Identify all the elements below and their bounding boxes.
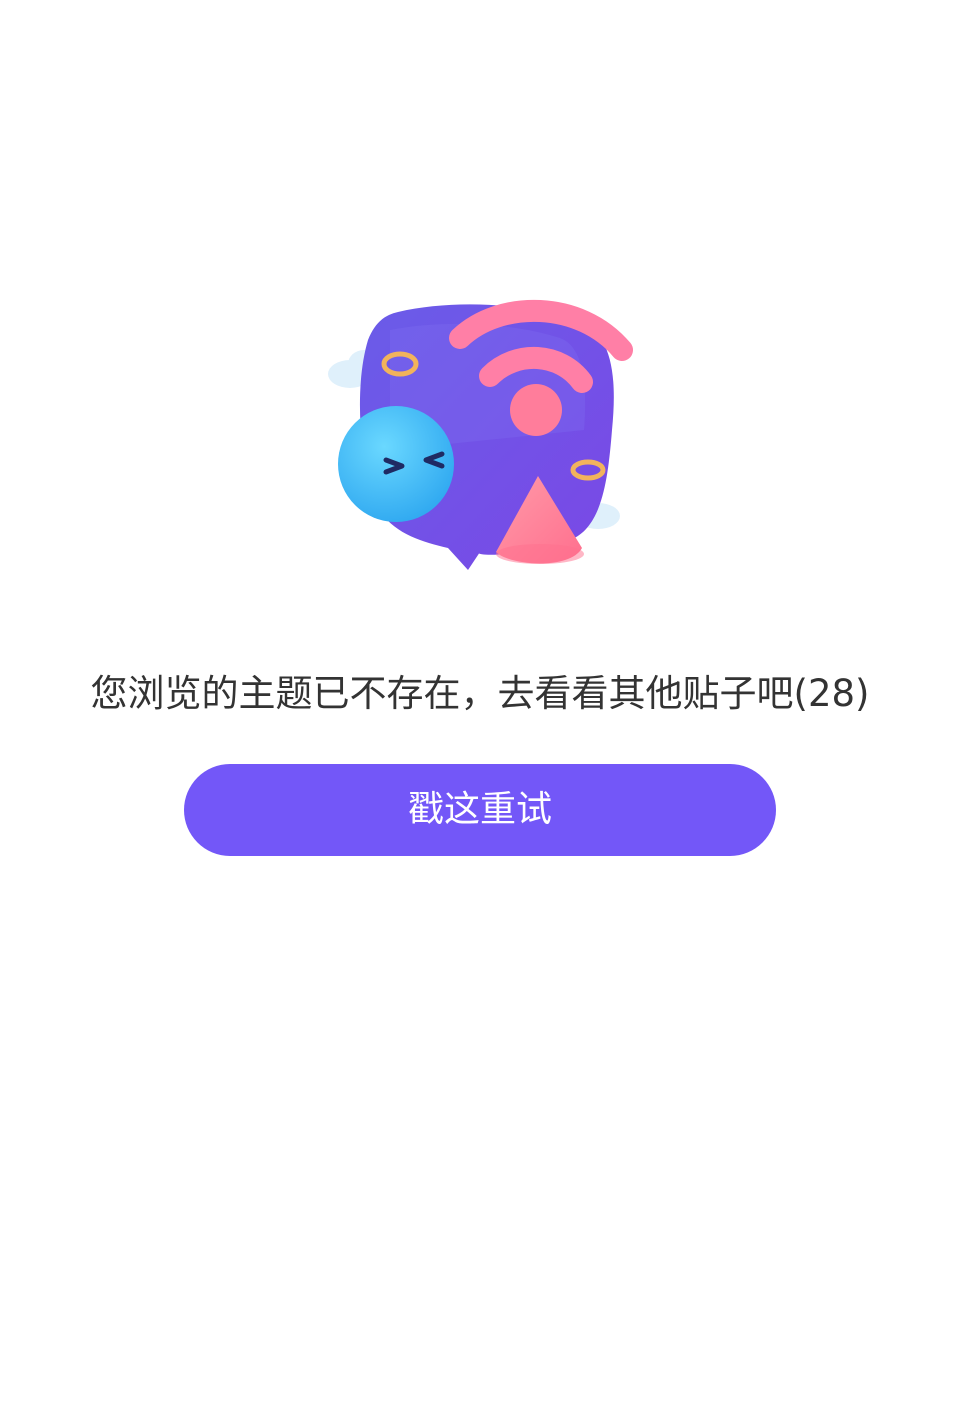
sad-face-ball-icon [338, 406, 454, 522]
offline-speech-bubble-illustration [328, 299, 633, 570]
empty-state-message: 您浏览的主题已不存在，去看看其他贴子吧(28) [90, 672, 870, 715]
retry-button[interactable]: 戳这重试 [184, 764, 776, 856]
empty-state-page: 您浏览的主题已不存在，去看看其他贴子吧(28) 戳这重试 [0, 0, 960, 1426]
